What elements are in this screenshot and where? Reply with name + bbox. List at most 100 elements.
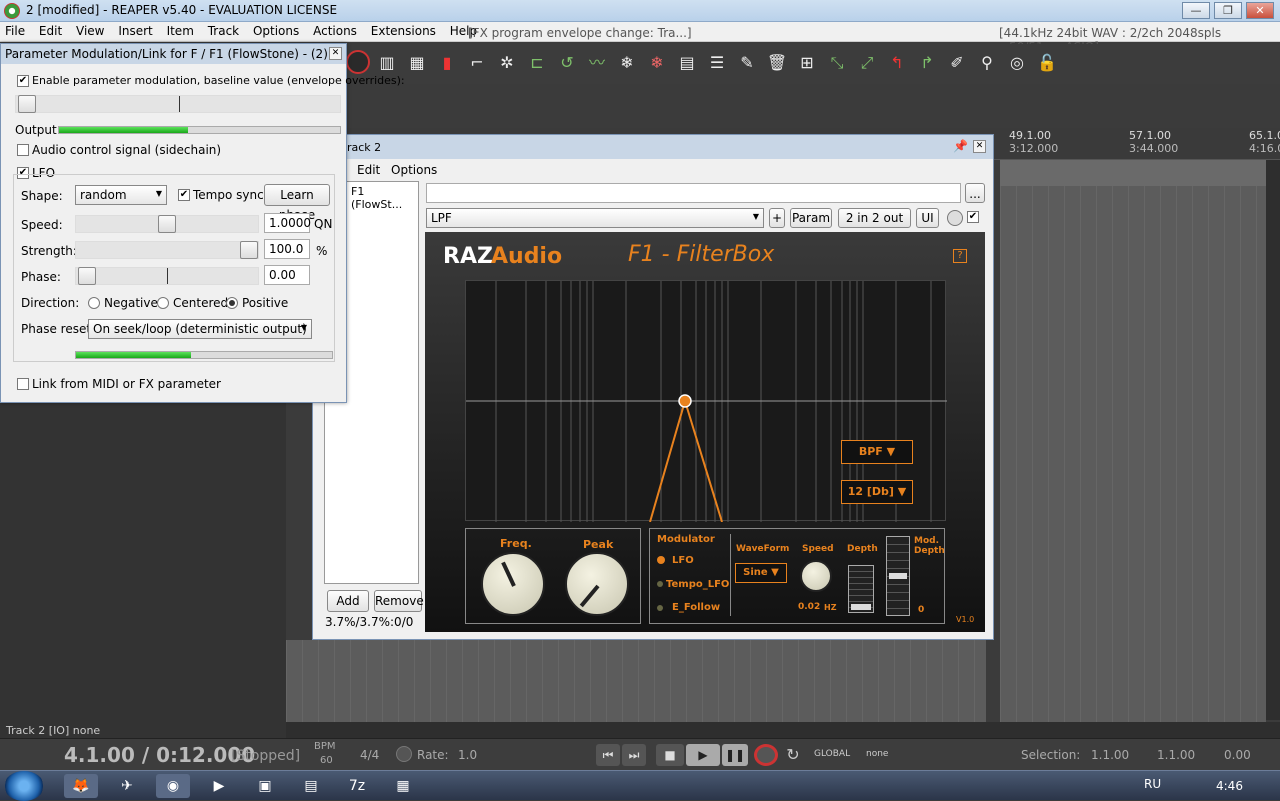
arrange-grid[interactable] xyxy=(286,640,986,722)
add-fx-button[interactable]: Add xyxy=(327,590,369,612)
strength-slider-thumb[interactable] xyxy=(240,241,258,259)
menu-actions[interactable]: Actions xyxy=(308,22,362,40)
phase-reset-select[interactable]: On seek/loop (deterministic output) xyxy=(88,319,312,339)
menu-options[interactable]: Options xyxy=(248,22,304,40)
clock[interactable]: 4:46 xyxy=(1216,779,1243,793)
preset-select[interactable]: LPF xyxy=(426,208,764,228)
rate-value[interactable]: 1.0 xyxy=(458,748,477,762)
grid-icon[interactable]: ▤ xyxy=(674,50,700,76)
metronome-icon[interactable]: ◎ xyxy=(1004,50,1030,76)
menu-edit[interactable]: Edit xyxy=(34,22,67,40)
media-player-icon[interactable]: ▶ xyxy=(202,774,236,798)
global-automation-mode[interactable]: none xyxy=(866,749,888,759)
midi-link-checkbox[interactable] xyxy=(17,378,29,390)
selection-length[interactable]: 0.00 xyxy=(1224,748,1251,762)
preset-name-field[interactable] xyxy=(426,183,961,203)
go-start-icon[interactable]: ⏮ xyxy=(596,744,620,766)
telegram-icon[interactable]: ✈ xyxy=(110,774,144,798)
menu-extensions[interactable]: Extensions xyxy=(366,22,441,40)
fx-close-button[interactable]: ✕ xyxy=(973,140,986,153)
add-preset-button[interactable]: + xyxy=(769,208,785,228)
shape-select[interactable]: random xyxy=(75,185,167,205)
ui-button[interactable]: UI xyxy=(916,208,939,228)
ripple-icon[interactable]: ↺ xyxy=(554,50,580,76)
meter-icon[interactable]: ▮ xyxy=(434,50,460,76)
menu-track[interactable]: Track xyxy=(203,22,244,40)
phase-input[interactable]: 0.00 xyxy=(264,265,310,285)
wet-knob-icon[interactable] xyxy=(947,210,963,226)
remove-fx-button[interactable]: Remove xyxy=(374,590,424,612)
more-button[interactable]: ... xyxy=(965,183,985,203)
slope-select[interactable]: 12 [Db] ▼ xyxy=(841,480,913,504)
item-settings-icon[interactable]: ⊞ xyxy=(794,50,820,76)
fx-menu-edit[interactable]: Edit xyxy=(357,163,380,177)
menu-file[interactable]: File xyxy=(0,22,30,40)
rate-knob-icon[interactable] xyxy=(396,746,412,762)
pause-icon[interactable]: ❚❚ xyxy=(722,744,748,766)
learn-phase-button[interactable]: Learn phase xyxy=(264,184,330,222)
speed-input[interactable]: 1.0000 xyxy=(264,213,311,233)
help-button[interactable]: ? xyxy=(953,249,967,263)
efollow-led-icon[interactable] xyxy=(657,605,663,611)
arrange-grid[interactable] xyxy=(1000,186,1266,722)
speed-slider-thumb[interactable] xyxy=(158,215,176,233)
fx-bypass-checkbox[interactable]: ✔ xyxy=(967,211,979,223)
lock-icon[interactable]: 🔓 xyxy=(1034,50,1060,76)
waveform-select[interactable]: Sine ▼ xyxy=(735,563,787,583)
midi-keyboard-icon[interactable]: ▦ xyxy=(404,50,430,76)
freeze-icon[interactable]: ❄ xyxy=(614,50,640,76)
mod-depth-slider[interactable] xyxy=(886,536,910,616)
horizontal-scrollbar[interactable] xyxy=(286,722,1280,738)
7zip-icon[interactable]: 7z xyxy=(340,774,374,798)
maximize-button[interactable]: ❐ xyxy=(1214,2,1242,19)
lines-icon[interactable]: ☰ xyxy=(704,50,730,76)
minimize-button[interactable]: — xyxy=(1182,2,1210,19)
selection-start[interactable]: 1.1.00 xyxy=(1091,748,1129,762)
enable-mod-checkbox[interactable]: ✔ xyxy=(17,75,29,87)
go-end-icon[interactable]: ⏭ xyxy=(622,744,646,766)
filter-type-select[interactable]: BPF ▼ xyxy=(841,440,913,464)
depth-slider[interactable] xyxy=(848,565,874,613)
time-signature[interactable]: 4/4 xyxy=(360,748,379,762)
network-icon[interactable]: ▣ xyxy=(248,774,282,798)
menu-view[interactable]: View xyxy=(71,22,109,40)
direction-negative-radio[interactable] xyxy=(88,297,100,309)
waveform-icon[interactable]: 〰 xyxy=(584,50,610,76)
reaper-task-icon[interactable]: ◉ xyxy=(156,774,190,798)
lfo-led-icon[interactable] xyxy=(657,556,665,564)
auto-crossfade-icon[interactable]: ⤢ xyxy=(854,50,880,76)
direction-centered-radio[interactable] xyxy=(157,297,169,309)
routing-icon[interactable]: ✲ xyxy=(494,50,520,76)
record-arm-icon[interactable] xyxy=(346,50,370,74)
stop-icon[interactable]: ■ xyxy=(656,744,684,766)
language-indicator[interactable]: RU xyxy=(1144,777,1161,791)
pin-icon[interactable]: 📌 xyxy=(953,139,968,153)
fx-menu-options[interactable]: Options xyxy=(391,163,437,177)
close-window-button[interactable]: ✕ xyxy=(1246,2,1274,19)
start-button-icon[interactable] xyxy=(4,771,44,801)
param-button[interactable]: Param xyxy=(790,208,832,228)
peak-knob[interactable] xyxy=(565,552,629,616)
mod-speed-knob[interactable] xyxy=(800,560,832,592)
param-mod-titlebar[interactable]: Parameter Modulation/Link for F / F1 (Fl… xyxy=(1,44,346,64)
unfreeze-icon[interactable]: ❄ xyxy=(644,50,670,76)
archive-icon[interactable]: ▦ xyxy=(386,774,420,798)
snap-icon[interactable]: ⊏ xyxy=(524,50,550,76)
trash-icon[interactable]: 🗑 xyxy=(764,50,790,76)
terminal-icon[interactable]: ▤ xyxy=(294,774,328,798)
io-button[interactable]: 2 in 2 out xyxy=(838,208,911,228)
menu-item[interactable]: Item xyxy=(162,22,199,40)
sidechain-checkbox[interactable] xyxy=(17,144,29,156)
baseline-slider-thumb[interactable] xyxy=(18,95,36,113)
pencil-icon[interactable]: ✐ xyxy=(944,50,970,76)
menu-insert[interactable]: Insert xyxy=(113,22,157,40)
repeat-icon[interactable]: ↻ xyxy=(782,744,804,766)
tempo-sync-checkbox[interactable]: ✔ xyxy=(178,189,190,201)
edit-cursor-icon[interactable]: ↰ xyxy=(884,50,910,76)
strength-input[interactable]: 100.0 xyxy=(264,239,310,259)
param-mod-close-button[interactable]: ✕ xyxy=(329,47,342,60)
envelope-points-icon[interactable]: ↱ xyxy=(914,50,940,76)
strength-slider[interactable] xyxy=(75,241,259,259)
fx-window-titlebar[interactable]: rack 2 📌 ✕ xyxy=(313,135,993,159)
vertical-scrollbar[interactable] xyxy=(1266,160,1280,720)
